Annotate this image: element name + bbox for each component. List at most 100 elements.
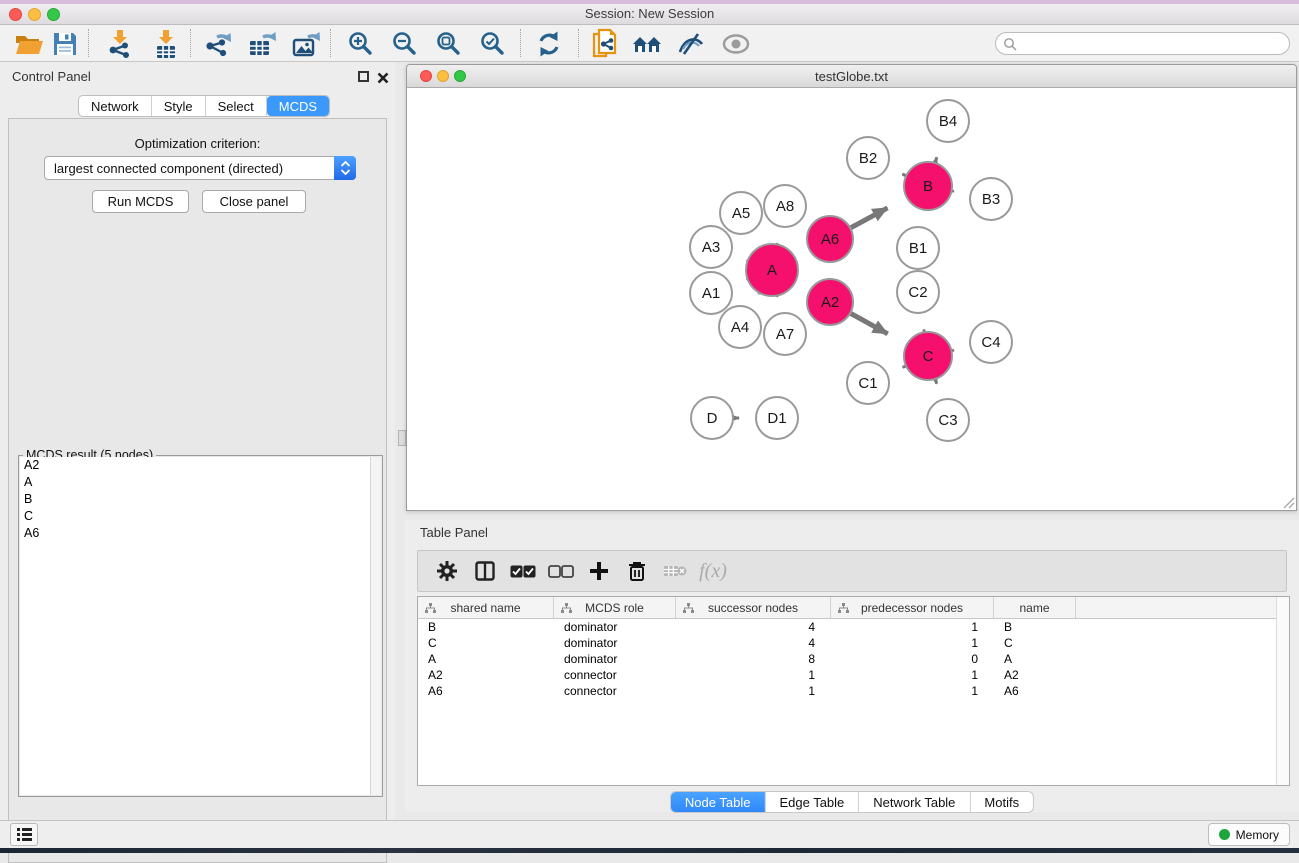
table-cell[interactable]: C [994,635,1076,651]
show-columns-icon[interactable] [466,554,504,588]
column-header-name[interactable]: name [994,597,1076,618]
mcds-result-list[interactable]: A2ABCA6 [20,457,370,795]
node-B[interactable]: B [904,162,952,210]
splitter-grip[interactable] [398,430,406,446]
open-file-icon[interactable] [13,28,45,60]
optimization-criterion-select[interactable]: largest connected component (directed) [44,156,356,180]
node-A3[interactable]: A3 [690,226,732,268]
table-cell[interactable]: 4 [676,619,831,635]
node-D[interactable]: D [691,397,733,439]
column-header-predecessor-nodes[interactable]: predecessor nodes [831,597,994,618]
table-cell[interactable]: 1 [676,683,831,699]
show-all-icon[interactable] [720,28,752,60]
table-cell[interactable]: 0 [831,651,994,667]
table-scrollbar[interactable] [1276,597,1289,785]
column-header-shared-name[interactable]: shared name [418,597,554,618]
clone-network-icon[interactable] [589,28,621,60]
mcds-result-item[interactable]: C [20,508,370,525]
zoom-fit-icon[interactable] [433,28,465,60]
table-cell[interactable]: 1 [676,667,831,683]
delete-column-icon[interactable] [618,554,656,588]
mcds-result-item[interactable]: A2 [20,457,370,474]
table-cell[interactable]: A2 [418,667,554,683]
table-cell[interactable]: 1 [831,635,994,651]
mcds-result-item[interactable]: A6 [20,525,370,542]
mcds-result-item[interactable]: B [20,491,370,508]
node-A5[interactable]: A5 [720,192,762,234]
search-field[interactable] [995,32,1290,55]
node-B1[interactable]: B1 [897,227,939,269]
table-cell[interactable]: dominator [554,651,676,667]
save-session-icon[interactable] [49,28,81,60]
node-B2[interactable]: B2 [847,137,889,179]
table-cell[interactable]: A6 [418,683,554,699]
tab-select[interactable]: Select [206,96,267,116]
tab-edge-table[interactable]: Edge Table [765,792,859,812]
table-cell[interactable]: A2 [994,667,1076,683]
table-cell[interactable]: A6 [994,683,1076,699]
node-A4[interactable]: A4 [719,306,761,348]
table-row[interactable]: A2connector11A2 [418,667,1276,683]
first-neighbors-icon[interactable] [632,28,664,60]
close-panel-icon[interactable] [377,71,390,84]
table-cell[interactable]: 4 [676,635,831,651]
table-cell[interactable]: A [994,651,1076,667]
add-column-icon[interactable] [580,554,618,588]
deselect-all-checkboxes-icon[interactable] [542,554,580,588]
node-D1[interactable]: D1 [756,397,798,439]
table-cell[interactable]: 1 [831,667,994,683]
zoom-in-icon[interactable] [345,28,377,60]
node-A7[interactable]: A7 [764,313,806,355]
task-history-button[interactable] [10,823,38,846]
search-input[interactable] [1017,37,1289,51]
tab-mcds[interactable]: MCDS [267,96,329,116]
node-A8[interactable]: A8 [764,185,806,227]
table-cell[interactable]: B [418,619,554,635]
export-table-icon[interactable] [246,28,278,60]
column-header-MCDS-role[interactable]: MCDS role [554,597,676,618]
hide-selected-icon[interactable] [675,28,707,60]
network-window-titlebar[interactable]: testGlobe.txt [407,65,1296,88]
mcds-list-scrollbar[interactable] [370,457,381,795]
run-mcds-button[interactable]: Run MCDS [92,190,189,213]
tab-network-table[interactable]: Network Table [859,792,970,812]
tab-network[interactable]: Network [79,96,152,116]
table-cell[interactable]: dominator [554,619,676,635]
zoom-selected-icon[interactable] [477,28,509,60]
table-cell[interactable]: A [418,651,554,667]
table-cell[interactable]: 8 [676,651,831,667]
table-cell[interactable]: C [418,635,554,651]
float-panel-icon[interactable] [358,71,371,84]
table-cell[interactable]: connector [554,667,676,683]
memory-button[interactable]: Memory [1208,823,1290,846]
column-header-successor-nodes[interactable]: successor nodes [676,597,831,618]
table-row[interactable]: A6connector11A6 [418,683,1276,699]
table-cell[interactable]: dominator [554,635,676,651]
node-C1[interactable]: C1 [847,362,889,404]
node-C4[interactable]: C4 [970,321,1012,363]
network-canvas[interactable]: AA1A2A3A4A5A6A7A8BB1B2B3B4CC1C2C3C4DD1 [407,88,1296,510]
node-A[interactable]: A [746,244,798,296]
node-C3[interactable]: C3 [927,399,969,441]
node-B4[interactable]: B4 [927,100,969,142]
table-row[interactable]: Adominator80A [418,651,1276,667]
node-A2[interactable]: A2 [807,279,853,325]
close-panel-button[interactable]: Close panel [202,190,306,213]
table-cell[interactable]: 1 [831,683,994,699]
node-B3[interactable]: B3 [970,178,1012,220]
import-network-icon[interactable] [104,28,136,60]
zoom-out-icon[interactable] [389,28,421,60]
tab-motifs[interactable]: Motifs [970,792,1033,812]
refresh-icon[interactable] [533,28,565,60]
resize-grip-icon[interactable] [1282,496,1295,509]
table-row[interactable]: Cdominator41C [418,635,1276,651]
table-row[interactable]: Bdominator41B [418,619,1276,635]
mcds-result-item[interactable]: A [20,474,370,491]
node-C2[interactable]: C2 [897,271,939,313]
table-cell[interactable]: 1 [831,619,994,635]
table-cell[interactable]: B [994,619,1076,635]
export-network-icon[interactable] [202,28,234,60]
select-all-checkboxes-icon[interactable] [504,554,542,588]
table-cell[interactable]: connector [554,683,676,699]
node-A6[interactable]: A6 [807,216,853,262]
